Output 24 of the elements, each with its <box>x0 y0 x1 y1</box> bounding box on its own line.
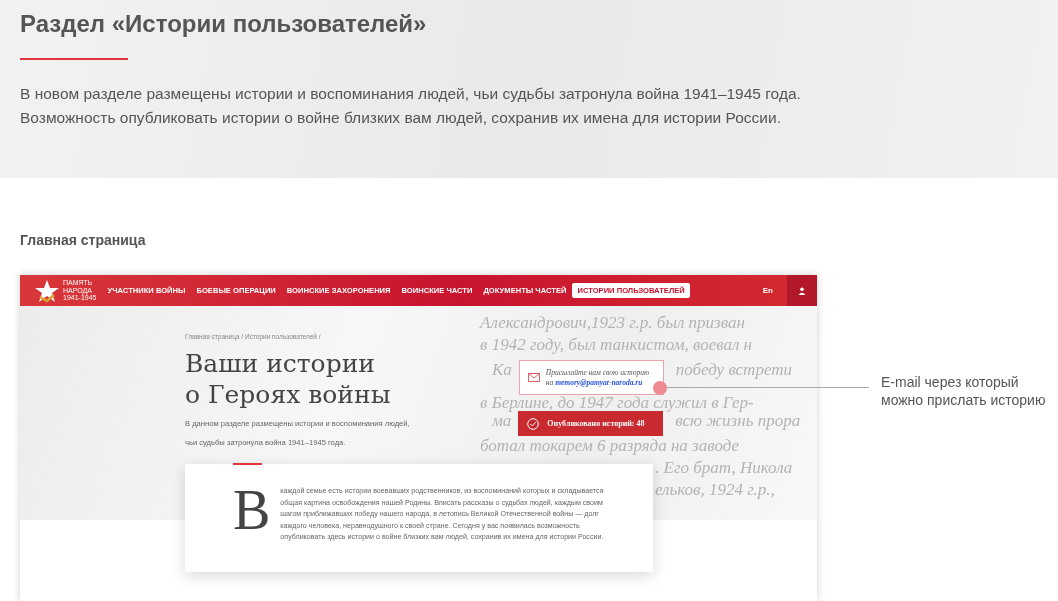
published-counter-button[interactable]: Опубликовано историй: 48 <box>518 411 664 436</box>
background-quote-text: ма <box>492 411 512 430</box>
background-quote-text: . Его брат, Никола <box>655 458 793 478</box>
user-icon <box>798 286 806 295</box>
background-quote-text: в 1942 году, был танкистом, воевал н <box>480 335 753 355</box>
star-logo-icon <box>34 278 60 303</box>
annotation-text: E-mail через который можно прислать историю <box>881 373 1047 410</box>
section-title: Раздел «Истории пользователей» <box>20 10 428 38</box>
description-text: Возможность опубликовать истории о войне близких вам людей, сохранив их имена для истории России. <box>20 108 782 128</box>
background-quote-text: ботал токарем 6 разряда на заводе <box>480 436 739 456</box>
subheading: Главная страница <box>20 232 147 248</box>
user-button[interactable] <box>787 275 817 306</box>
check-circle-icon <box>527 417 540 430</box>
background-quote-text: всю жизнь прора <box>675 411 801 431</box>
background-quote-text: победу встрети <box>675 360 792 380</box>
hero-title: Ваши истории о Героях войны <box>185 348 392 410</box>
background-quote-text: Александрович,1923 г.р. был призван <box>480 313 745 333</box>
background-quote-text: ельков, 1924 г.р., <box>655 480 775 500</box>
description-text: В новом разделе размещены истории и воспоминания людей, чьи судьбы затронула война 1941–1945 года. <box>20 84 802 104</box>
language-link[interactable]: En <box>762 286 773 295</box>
envelope-icon <box>527 373 540 382</box>
drop-cap: В <box>233 486 271 543</box>
background-quote-text: в Берлине, до 1947 года служил в Гер- <box>480 395 754 411</box>
background-quote-text: Ка <box>492 360 512 379</box>
